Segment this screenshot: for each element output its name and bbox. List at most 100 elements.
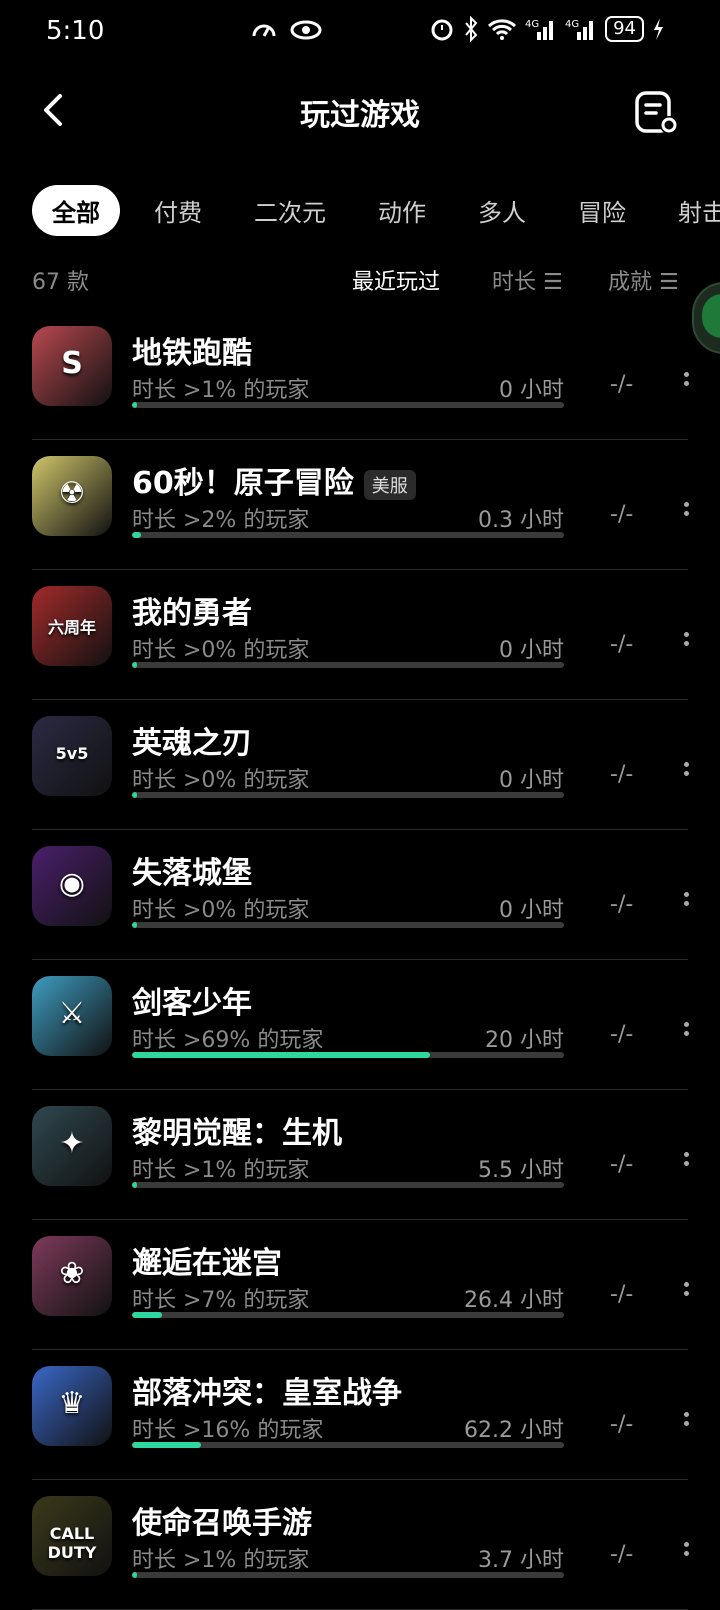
tab-multiplayer[interactable]: 多人 — [478, 193, 526, 228]
progress-fill — [132, 1312, 163, 1318]
svg-text:4G: 4G — [525, 19, 539, 30]
game-row[interactable]: ☢ 60秒！原子冒险 美服 时长 >2% 的玩家 0.3 小时 -/- — [0, 440, 720, 570]
playtime-progress-bar — [132, 1052, 564, 1058]
progress-fill — [132, 1052, 431, 1058]
game-icon: ♛ — [32, 1366, 112, 1446]
game-name: 黎明觉醒：生机 — [132, 1108, 342, 1152]
progress-fill — [132, 1442, 202, 1448]
more-options-icon[interactable] — [680, 1278, 692, 1308]
game-icon-glyph: 5v5 — [55, 744, 89, 763]
game-icon-glyph: ◉ — [58, 866, 86, 901]
play-hours: 0 小时 — [499, 378, 564, 403]
alarm-icon — [431, 19, 453, 41]
tab-shooter[interactable]: 射击 — [678, 193, 720, 228]
playtime-percentile: 时长 >0% 的玩家 — [132, 638, 310, 663]
game-row[interactable]: ◉ 失落城堡 时长 >0% 的玩家 0 小时 -/- — [0, 830, 720, 960]
more-options-icon[interactable] — [680, 1538, 692, 1568]
play-hours: 0 小时 — [499, 768, 564, 793]
achievement-progress: -/- — [610, 632, 634, 657]
playtime-percentile: 时长 >16% 的玩家 — [132, 1418, 324, 1443]
wifi-icon — [488, 19, 517, 40]
game-name: 使命召唤手游 — [132, 1498, 312, 1542]
more-dot — [683, 372, 689, 377]
more-dot — [683, 632, 689, 637]
game-name-text: 失落城堡 — [132, 856, 252, 891]
more-dot — [683, 1291, 689, 1296]
game-icon: ⚔ — [32, 976, 112, 1056]
game-row[interactable]: ⚔ 剑客少年 时长 >69% 的玩家 20 小时 -/- — [0, 960, 720, 1090]
game-name: 我的勇者 — [132, 588, 252, 632]
sort-duration[interactable]: 时长 ☰ — [492, 264, 563, 296]
progress-fill — [132, 662, 137, 668]
more-dot — [683, 381, 689, 386]
sort-achievement[interactable]: 成就 ☰ — [608, 264, 679, 296]
game-name-text: 60秒！原子冒险 — [132, 466, 354, 501]
game-name-text: 地铁跑酷 — [132, 336, 252, 371]
game-name-text: 使命召唤手游 — [132, 1506, 312, 1541]
signal-icon: 4G — [525, 19, 554, 40]
playtime-percentile: 时长 >69% 的玩家 — [132, 1028, 324, 1053]
tab-adventure[interactable]: 冒险 — [578, 193, 626, 228]
game-row[interactable]: S 地铁跑酷 时长 >1% 的玩家 0 小时 -/- — [0, 310, 720, 440]
play-hours: 0.3 小时 — [478, 508, 564, 533]
game-icon-glyph: ☢ — [58, 476, 86, 511]
progress-fill — [132, 532, 141, 538]
category-tabs: 全部 付费 二次元 动作 多人 冒险 射击 — [32, 184, 720, 236]
achievement-progress: -/- — [610, 1022, 634, 1047]
play-hours: 0 小时 — [499, 638, 564, 663]
game-name: 英魂之刃 — [132, 718, 252, 762]
game-row[interactable]: ❀ 邂逅在迷宫 时长 >7% 的玩家 26.4 小时 -/- — [0, 1220, 720, 1350]
game-icon: ✦ — [32, 1106, 112, 1186]
game-icon: S — [32, 326, 112, 406]
speedometer-icon — [252, 24, 276, 37]
charging-icon — [654, 18, 663, 40]
game-name-text: 英魂之刃 — [132, 726, 252, 761]
more-options-icon[interactable] — [680, 368, 692, 398]
game-icon-glyph: S — [61, 346, 83, 381]
more-options-icon[interactable] — [680, 1408, 692, 1438]
sort-row: 67 款 最近玩过 时长 ☰ 成就 ☰ — [0, 258, 720, 298]
game-row[interactable]: CALL DUTY 使命召唤手游时长 >1% 的玩家 3.7 小时 -/- — [0, 1480, 720, 1610]
more-options-icon[interactable] — [680, 888, 692, 918]
more-options-icon[interactable] — [680, 1018, 692, 1048]
playtime-percentile: 时长 >2% 的玩家 — [132, 508, 310, 533]
game-row[interactable]: 六周年 我的勇者时长 >0% 的玩家 0 小时 -/- — [0, 570, 720, 700]
tab-all[interactable]: 全部 — [32, 184, 120, 236]
status-bar: 5:10 4G 4G 94 — [0, 0, 720, 64]
game-row[interactable]: ♛ 部落冲突：皇室战争 时长 >16% 的玩家 62.2 小时 -/- — [0, 1350, 720, 1480]
svg-text:4G: 4G — [565, 19, 579, 30]
more-dot — [683, 762, 689, 767]
bluetooth-icon — [465, 16, 478, 42]
list-settings-icon[interactable] — [634, 90, 680, 136]
page-title: 玩过游戏 — [300, 98, 420, 133]
more-options-icon[interactable] — [680, 498, 692, 528]
game-icon: CALL DUTY — [32, 1496, 112, 1576]
game-name: 地铁跑酷 — [132, 328, 252, 372]
game-row[interactable]: ✦ 黎明觉醒：生机 时长 >1% 的玩家 5.5 小时 -/- — [0, 1090, 720, 1220]
progress-fill — [132, 1572, 137, 1578]
game-icon: 六周年 — [32, 586, 112, 666]
playtime-progress-bar — [132, 1442, 564, 1448]
more-options-icon[interactable] — [680, 628, 692, 658]
achievement-progress: -/- — [610, 1542, 634, 1567]
progress-fill — [132, 1182, 137, 1188]
game-name-text: 部落冲突：皇室战争 — [132, 1376, 402, 1411]
playtime-progress-bar — [132, 662, 564, 668]
tab-anime[interactable]: 二次元 — [254, 193, 326, 228]
tab-paid[interactable]: 付费 — [154, 193, 202, 228]
more-options-icon[interactable] — [680, 758, 692, 788]
achievement-progress: -/- — [610, 372, 634, 397]
more-dot — [683, 511, 689, 516]
playtime-percentile: 时长 >1% 的玩家 — [132, 1548, 310, 1573]
playtime-progress-bar — [132, 1312, 564, 1318]
play-hours: 3.7 小时 — [478, 1548, 564, 1573]
playtime-progress-bar — [132, 792, 564, 798]
signal-icon-2: 4G — [565, 19, 594, 40]
game-icon: 5v5 — [32, 716, 112, 796]
more-options-icon[interactable] — [680, 1148, 692, 1178]
more-dot — [683, 1022, 689, 1027]
more-dot — [683, 1412, 689, 1417]
sort-recent[interactable]: 最近玩过 — [352, 264, 440, 296]
game-row[interactable]: 5v5 英魂之刃 时长 >0% 的玩家 0 小时 -/- — [0, 700, 720, 830]
tab-action[interactable]: 动作 — [378, 193, 426, 228]
